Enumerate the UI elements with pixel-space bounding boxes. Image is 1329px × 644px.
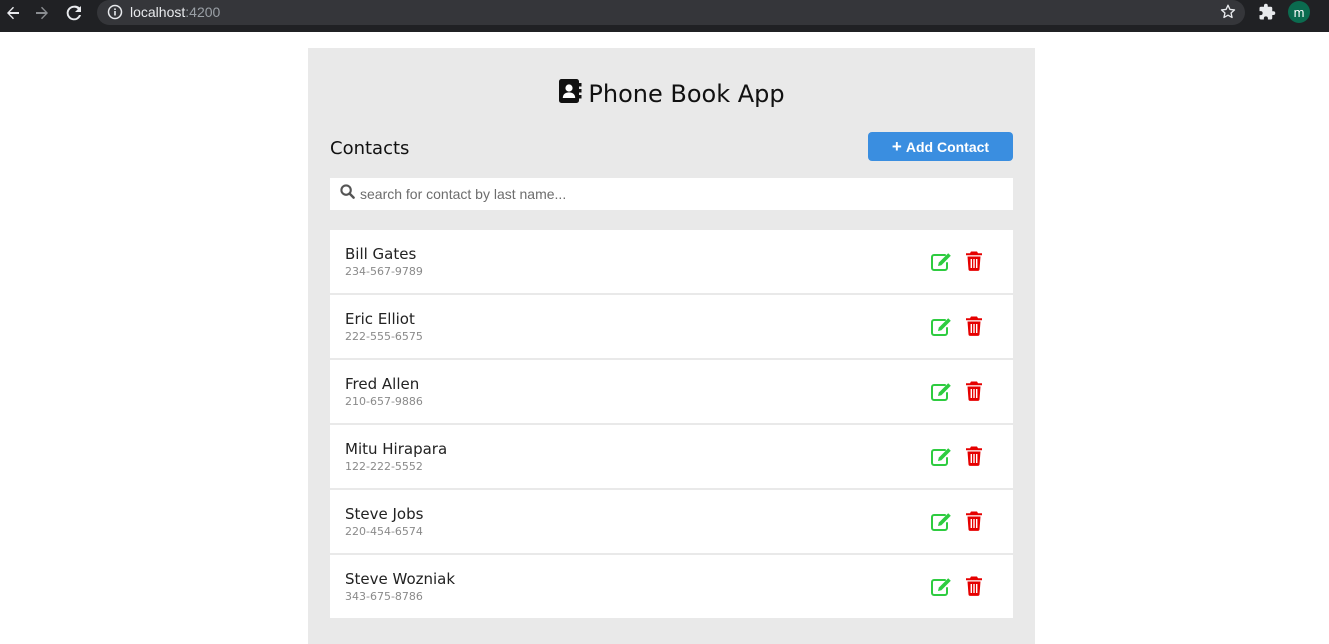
contact-row[interactable]: Fred Allen 210-657-9886 (330, 360, 1013, 423)
edit-icon[interactable] (930, 512, 952, 537)
edit-icon[interactable] (930, 447, 952, 472)
reload-button[interactable] (61, 2, 87, 24)
star-icon[interactable] (1219, 3, 1237, 26)
contact-row[interactable]: Steve Jobs 220-454-6574 (330, 490, 1013, 553)
contact-row[interactable]: Mitu Hirapara 122-222-5552 (330, 425, 1013, 488)
contact-phone: 234-567-9789 (345, 265, 423, 278)
browser-toolbar: localhost:4200 m (0, 0, 1329, 32)
trash-icon[interactable] (965, 251, 983, 276)
contact-phone: 210-657-9886 (345, 395, 423, 408)
contact-name: Fred Allen (345, 375, 420, 393)
edit-icon[interactable] (930, 252, 952, 277)
back-button[interactable] (0, 2, 26, 24)
trash-icon[interactable] (965, 511, 983, 536)
add-contact-label: Add Contact (905, 138, 990, 155)
contact-row[interactable]: Eric Elliot 222-555-6575 (330, 295, 1013, 358)
contact-phone: 343-675-8786 (345, 590, 423, 603)
address-bar[interactable]: localhost:4200 (97, 0, 1245, 25)
page-title: Phone Book App (588, 79, 785, 108)
url-host: localhost (130, 4, 186, 20)
contact-phone: 220-454-6574 (345, 525, 423, 538)
search-input[interactable] (360, 186, 1000, 202)
contact-phone: 122-222-5552 (345, 460, 423, 473)
url-port: :4200 (185, 4, 221, 20)
extensions-icon[interactable] (1258, 3, 1276, 26)
profile-avatar[interactable]: m (1288, 1, 1310, 23)
search-bar (330, 178, 1013, 210)
contact-name: Steve Jobs (345, 505, 424, 523)
contact-list: Bill Gates 234-567-9789 Eric Elliot 222-… (330, 230, 1013, 620)
contact-name: Steve Wozniak (345, 570, 456, 588)
app-panel: Phone Book App Contacts + Add Contact Bi… (308, 48, 1035, 644)
contact-phone: 222-555-6575 (345, 330, 423, 343)
search-icon (340, 184, 355, 204)
info-icon[interactable] (107, 4, 123, 25)
contact-row[interactable]: Bill Gates 234-567-9789 (330, 230, 1013, 293)
forward-button[interactable] (29, 2, 55, 24)
edit-icon[interactable] (930, 317, 952, 342)
add-contact-button[interactable]: + Add Contact (868, 132, 1013, 161)
plus-icon: + (891, 137, 902, 156)
forward-icon (36, 6, 48, 20)
contact-name: Bill Gates (345, 245, 417, 263)
back-icon (7, 6, 19, 20)
app-header: Phone Book App (308, 78, 1035, 109)
trash-icon[interactable] (965, 446, 983, 471)
trash-icon[interactable] (965, 316, 983, 341)
edit-icon[interactable] (930, 577, 952, 602)
contact-row[interactable]: Steve Wozniak 343-675-8786 (330, 555, 1013, 618)
url-text: localhost:4200 (130, 4, 220, 20)
trash-icon[interactable] (965, 576, 983, 601)
contacts-heading: Contacts (330, 138, 410, 159)
reload-icon (66, 5, 81, 21)
edit-icon[interactable] (930, 382, 952, 407)
trash-icon[interactable] (965, 381, 983, 406)
contact-name: Mitu Hirapara (345, 440, 448, 458)
contact-name: Eric Elliot (345, 310, 415, 328)
contact-book-icon (558, 78, 582, 109)
